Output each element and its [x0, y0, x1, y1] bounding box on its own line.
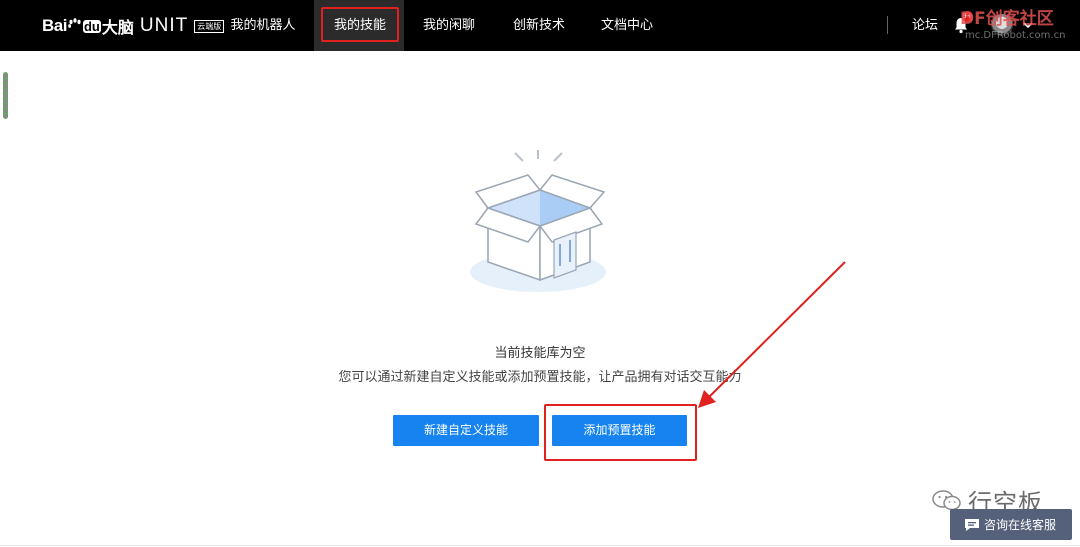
top-nav-bar: Bai du 大脑 UNIT 云端版 我的机器人 我的技能 我的闲聊 创新技术 … — [0, 0, 1080, 51]
online-service-button[interactable]: 咨询在线客服 — [950, 509, 1072, 540]
chat-icon — [965, 518, 979, 531]
online-service-label: 咨询在线客服 — [984, 518, 1057, 532]
nav-innovation[interactable]: 创新技术 — [508, 0, 570, 51]
logo-unit-text: UNIT — [139, 15, 189, 36]
button-annotation-box — [544, 404, 697, 461]
nav-divider — [887, 16, 888, 34]
nav-forum[interactable]: 论坛 — [912, 0, 938, 51]
logo-bai-text: Bai — [42, 16, 67, 35]
edition-badge: 云端版 — [194, 19, 225, 33]
create-custom-skill-button[interactable]: 新建自定义技能 — [393, 415, 539, 446]
scrollbar-thumb[interactable] — [3, 72, 8, 119]
logo-du-text: du — [82, 18, 101, 34]
nav-docs[interactable]: 文档中心 — [596, 0, 658, 51]
page-bottom-divider — [0, 545, 1080, 546]
empty-state-title: 当前技能库为空 — [494, 346, 586, 361]
empty-state-description: 您可以通过新建自定义技能或添加预置技能，让产品拥有对话交互能力 — [338, 370, 742, 385]
open-box-icon — [470, 150, 606, 292]
nav-annotation-box — [321, 7, 399, 42]
logo-danao-text: 大脑 — [101, 18, 134, 37]
watermark-df: DF创客社区 — [960, 9, 1054, 29]
baidu-paw-icon — [68, 18, 81, 28]
nav-my-robots[interactable]: 我的机器人 — [226, 0, 300, 51]
nav-my-chat[interactable]: 我的闲聊 — [418, 0, 480, 51]
baidu-unit-logo[interactable]: Bai du 大脑 UNIT 云端版 — [42, 13, 225, 39]
watermark-url: mc.DFRobot.com.cn — [965, 30, 1066, 41]
